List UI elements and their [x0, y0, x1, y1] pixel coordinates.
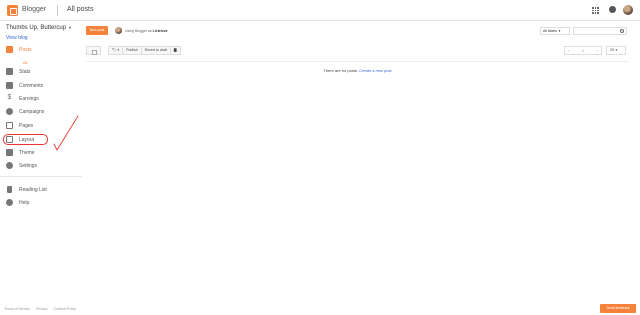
apps-grid-icon[interactable]	[592, 7, 599, 14]
list-divider	[86, 61, 629, 62]
per-page-value: 25	[610, 48, 614, 52]
search-input[interactable]	[573, 27, 627, 35]
stats-icon	[6, 68, 13, 75]
sidebar-item-posts[interactable]: Posts	[6, 45, 78, 55]
chevron-down-icon: ▼	[558, 29, 561, 33]
content-policy-link[interactable]: Content Policy	[54, 307, 77, 311]
sidebar-item-label: Pages	[19, 123, 34, 129]
pages-icon	[6, 122, 13, 129]
next-page-icon[interactable]: ›	[597, 49, 598, 53]
revert-to-draft-button[interactable]: Revert to draft	[142, 47, 171, 54]
campaigns-icon	[6, 108, 13, 115]
bulk-actions: 🏷 ▾ Publish Revert to draft ▇	[108, 46, 181, 55]
sidebar-item-label: Campaigns	[19, 109, 45, 115]
view-blog-link[interactable]: View blog	[6, 35, 28, 41]
new-post-button[interactable]: New post	[86, 26, 108, 35]
privacy-link[interactable]: Privacy	[36, 307, 47, 311]
terms-link[interactable]: Terms of Service	[4, 307, 30, 311]
blog-selector[interactable]: Thumbs Up, Buttercup ▼	[6, 25, 72, 31]
create-new-post-link[interactable]: Create a new post	[359, 68, 391, 73]
sidebar-item-earnings[interactable]: $ Earnings	[6, 94, 78, 104]
sidebar-item-label: Earnings	[19, 96, 39, 102]
trash-icon[interactable]: ▇	[171, 47, 180, 54]
theme-icon	[6, 149, 13, 156]
empty-state: There are no posts. Create a new post	[86, 68, 629, 73]
sidebar-item-label: Stats	[19, 69, 31, 75]
send-feedback-button[interactable]: Send feedback	[600, 304, 636, 313]
sidebar-item-stats[interactable]: Stats	[6, 67, 78, 77]
chevron-down-icon: ▼	[68, 25, 72, 30]
dollar-icon: $	[7, 94, 12, 101]
sidebar-item-label: Reading List	[19, 187, 47, 193]
bookmark-icon	[7, 186, 12, 193]
per-page-select[interactable]: 25 ▼	[606, 46, 626, 55]
search-icon[interactable]	[620, 29, 624, 33]
pagination: ‹ 1 ›	[564, 46, 602, 55]
publish-button[interactable]: Publish	[123, 47, 142, 54]
select-all-checkbox[interactable]	[86, 46, 101, 55]
user-name: Livielove	[152, 29, 168, 33]
labels-dropdown[interactable]: All labels ▼	[540, 27, 570, 35]
sidebar-divider	[0, 176, 82, 177]
comments-icon	[6, 82, 13, 89]
sidebar-subitem-all[interactable]: All	[23, 60, 27, 65]
chevron-down-icon: ▼	[614, 48, 618, 52]
brand-name[interactable]: Blogger	[22, 6, 46, 13]
notifications-icon[interactable]	[609, 6, 616, 13]
using-blogger-as: Using Blogger as Livielove	[125, 29, 168, 33]
blogger-logo-icon[interactable]	[7, 5, 18, 16]
empty-text: There are no posts.	[323, 68, 359, 73]
label-tag-button[interactable]: 🏷 ▾	[109, 47, 124, 54]
posts-icon	[6, 46, 13, 53]
sidebar-item-help[interactable]: Help	[6, 198, 78, 208]
using-prefix: Using Blogger as	[125, 29, 152, 33]
labels-dropdown-value: All labels	[543, 29, 558, 33]
sidebar-item-settings[interactable]: Settings	[6, 161, 78, 171]
prev-page-icon[interactable]: ‹	[568, 49, 569, 53]
sidebar-item-label: Posts	[19, 47, 32, 53]
top-bar: Blogger All posts	[0, 0, 640, 21]
sidebar-item-reading-list[interactable]: Reading List	[6, 185, 78, 195]
account-avatar[interactable]	[623, 5, 633, 15]
sidebar-item-label: Theme	[19, 150, 35, 156]
sidebar-item-comments[interactable]: Comments	[6, 81, 78, 91]
help-icon	[6, 199, 13, 206]
header-divider	[57, 5, 58, 16]
blog-name: Thumbs Up, Buttercup	[6, 25, 67, 31]
sidebar-item-label: Comments	[19, 83, 44, 89]
sidebar-item-label: Settings	[19, 163, 38, 169]
annotation-circle	[3, 134, 48, 145]
footer-links: Terms of Service Privacy Content Policy	[4, 307, 81, 311]
annotation-checkmark	[53, 115, 79, 151]
page-number[interactable]: 1	[582, 49, 584, 53]
page-title: All posts	[67, 6, 94, 13]
gear-icon	[6, 162, 13, 169]
user-avatar	[115, 27, 122, 34]
sidebar-item-label: Help	[19, 200, 30, 206]
